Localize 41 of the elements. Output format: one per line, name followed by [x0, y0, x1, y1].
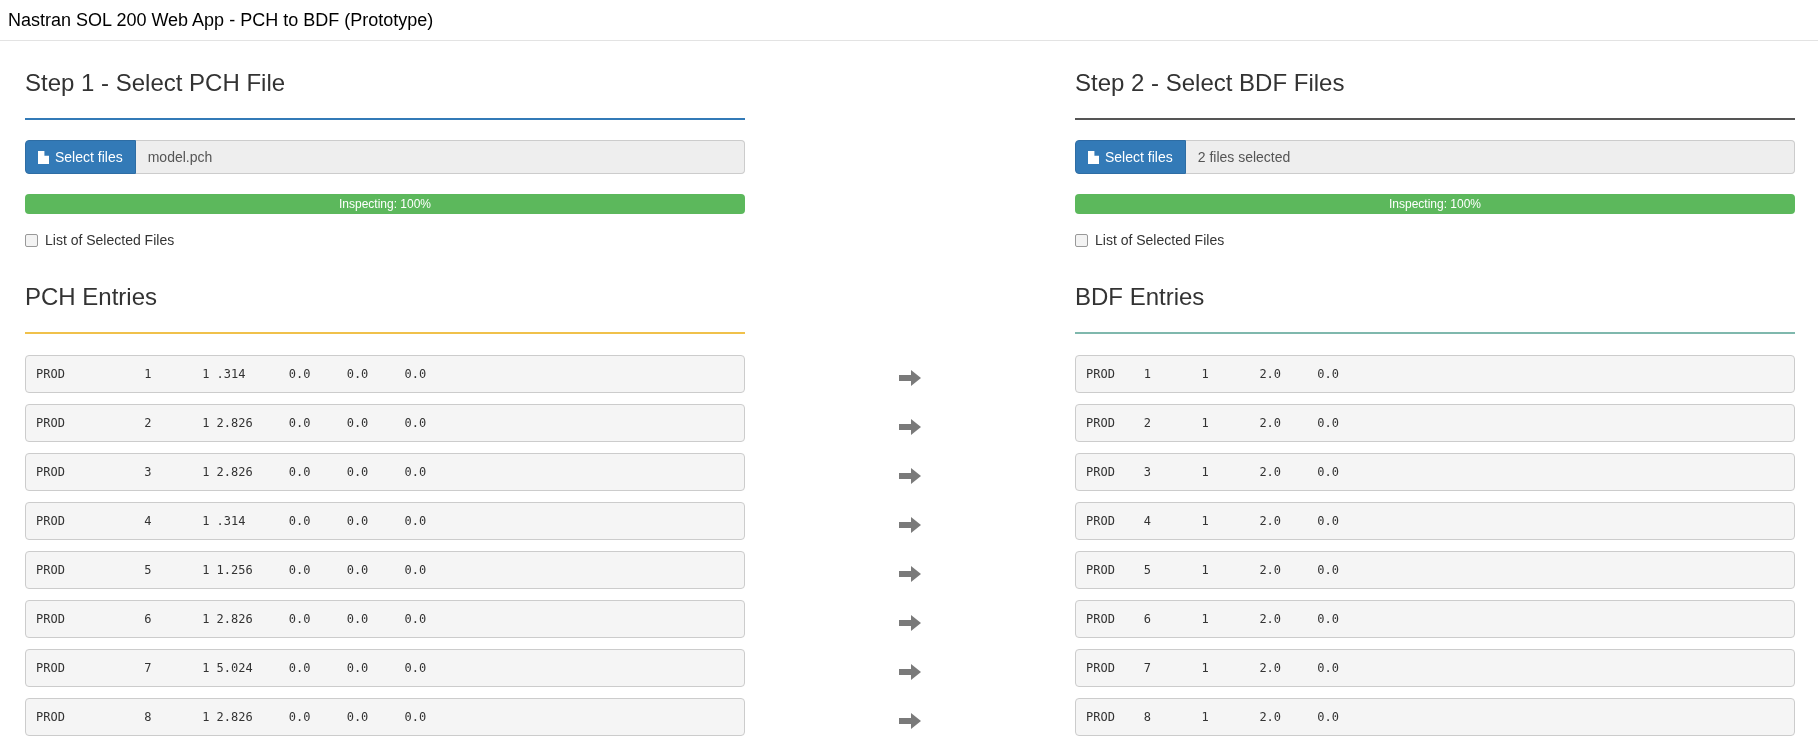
- file-icon: [38, 150, 49, 164]
- bdf-entry: PROD 3 1 2.0 0.0: [1075, 453, 1795, 491]
- bdf-entry: PROD 4 1 2.0 0.0: [1075, 502, 1795, 540]
- pch-entry: PROD 3 1 2.826 0.0 0.0 0.0: [25, 453, 745, 491]
- right-arrow-icon: [899, 517, 921, 533]
- select-files-button[interactable]: Select files: [1075, 140, 1186, 174]
- checkbox-label[interactable]: List of Selected Files: [45, 232, 175, 248]
- right-arrow-icon: [899, 713, 921, 729]
- right-arrow-icon: [899, 419, 921, 435]
- pch-entry: PROD 4 1 .314 0.0 0.0 0.0: [25, 502, 745, 540]
- file-name-field[interactable]: 2 files selected: [1185, 140, 1795, 174]
- pch-entry: PROD 6 1 2.826 0.0 0.0 0.0: [25, 600, 745, 638]
- file-name-field[interactable]: model.pch: [135, 140, 745, 174]
- checkbox[interactable]: [1075, 233, 1088, 247]
- right-arrow-icon: [899, 468, 921, 484]
- bdf-entry: PROD 2 1 2.0 0.0: [1075, 404, 1795, 442]
- pch-entry: PROD 5 1 1.256 0.0 0.0 0.0: [25, 551, 745, 589]
- bdf-entry: PROD 8 1 2.0 0.0: [1075, 698, 1795, 736]
- pch-entry: PROD 7 1 5.024 0.0 0.0 0.0: [25, 649, 745, 687]
- right-arrow-icon: [899, 370, 921, 386]
- step-heading: Step 2 - Select BDF Files: [1075, 68, 1346, 98]
- right-arrow-icon: [899, 615, 921, 631]
- bdf-entry: PROD 1 1 2.0 0.0: [1075, 355, 1795, 393]
- app-title: Nastran SOL 200 Web App - PCH to BDF (Prototype): [8, 9, 434, 31]
- file-icon: [1088, 150, 1099, 164]
- pch-entry: PROD 8 1 2.826 0.0 0.0 0.0: [25, 698, 745, 736]
- right-arrow-icon: [899, 664, 921, 680]
- section-heading: PCH Entries: [25, 282, 159, 312]
- progress-label: Inspecting: 100%: [337, 196, 433, 213]
- progress-label: Inspecting: 100%: [1387, 196, 1483, 213]
- checkbox[interactable]: [25, 233, 38, 247]
- step-heading: Step 1 - Select PCH File: [25, 68, 287, 98]
- bdf-entry: PROD 7 1 2.0 0.0: [1075, 649, 1795, 687]
- bdf-entry: PROD 6 1 2.0 0.0: [1075, 600, 1795, 638]
- select-files-button[interactable]: Select files: [25, 140, 136, 174]
- checkbox-label[interactable]: List of Selected Files: [1095, 232, 1225, 248]
- pch-entry: PROD 1 1 .314 0.0 0.0 0.0: [25, 355, 745, 393]
- bdf-entry: PROD 5 1 2.0 0.0: [1075, 551, 1795, 589]
- section-heading: BDF Entries: [1075, 282, 1206, 312]
- right-arrow-icon: [899, 566, 921, 582]
- pch-entry: PROD 2 1 2.826 0.0 0.0 0.0: [25, 404, 745, 442]
